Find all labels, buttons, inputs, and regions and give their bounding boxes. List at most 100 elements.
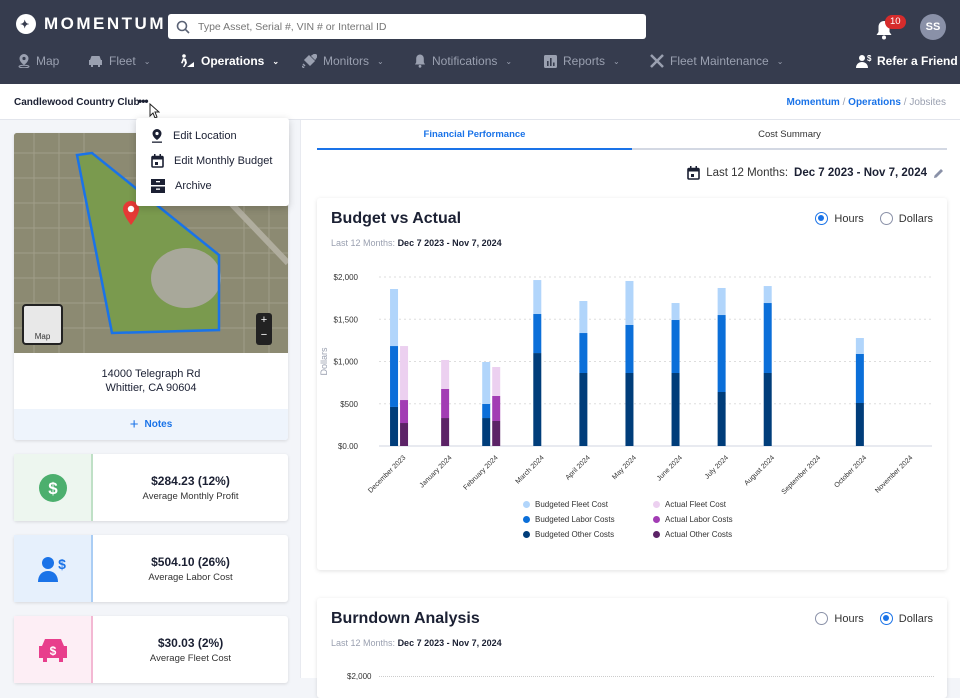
legend-item[interactable]: Budgeted Fleet Cost [523,500,653,509]
more-options-icon[interactable]: ••• [138,94,149,108]
nav-item-notifications[interactable]: Notifications ⌄ [414,54,512,68]
nav-item-operations[interactable]: Operations ⌄ [179,54,279,68]
bar-segment [671,303,680,321]
nav-item-reports[interactable]: Reports ⌄ [544,54,620,68]
subtitle-prefix: Last 12 Months: [331,638,396,648]
bar-segment [625,324,634,373]
menu-item-edit-location[interactable]: Edit Location [136,123,289,148]
search-bar[interactable] [168,14,646,39]
satellite-icon [302,54,317,68]
unit-toggle: Hours Dollars [815,612,933,625]
notification-count-badge: 10 [885,15,906,29]
bar-segment [390,288,399,347]
nav-label: Fleet Maintenance [670,54,769,68]
svg-text:$: $ [867,54,872,63]
radio-label: Dollars [898,212,933,225]
legend-swatch [523,516,530,523]
user-dollar-icon: $ [37,556,66,582]
bar-segment [441,418,450,446]
radio-dollars[interactable]: Dollars [879,612,933,625]
legend-item[interactable]: Actual Labor Costs [653,515,773,524]
tab-cost-summary[interactable]: Cost Summary [632,128,947,148]
archive-icon [151,178,165,193]
stat-value: $284.23 (12%) [151,473,230,488]
dollar-circle-icon: $ [38,473,67,502]
bar-chart-icon [544,54,557,68]
main-panel: Financial Performance Cost Summary Last … [300,120,960,698]
bell-icon [415,54,425,68]
bar-segment [855,353,864,403]
menu-item-archive[interactable]: Archive [136,173,289,198]
pencil-icon[interactable] [933,168,944,179]
budget-vs-actual-card: Budget vs Actual Last 12 Months: Dec 7 2… [317,198,947,570]
legend-swatch [653,516,660,523]
jobsite-title: Candlewood Country Club [14,97,140,108]
map-type-toggle[interactable]: Map [22,304,63,345]
left-panel: Map + − 14000 Telegraph Rd Whittier, CA … [14,133,288,683]
search-icon [176,20,190,34]
bar-segment [579,333,588,373]
breadcrumb-jobsites: Jobsites [909,97,946,108]
tab-financial-performance[interactable]: Financial Performance [317,128,632,150]
stat-label: Average Monthly Profit [142,490,239,502]
radio-hours[interactable]: Hours [815,612,864,625]
burndown-gridline [379,676,934,677]
app-logo[interactable]: ✦ MOMENTUM [16,14,166,34]
radio-dollars[interactable]: Dollars [879,212,933,225]
legend-item[interactable]: Actual Fleet Cost [653,500,773,509]
y-tick-label: $2,000 [334,273,359,282]
stat-card-labor-cost: $ $504.10 (26%) Average Labor Cost [14,535,288,602]
legend-swatch [523,531,530,538]
tab-bar: Financial Performance Cost Summary [317,128,947,150]
legend-item[interactable]: Actual Other Costs [653,530,773,539]
chevron-down-icon: ⌄ [377,56,384,66]
calendar-icon [151,153,164,168]
card-subtitle: Last 12 Months: Dec 7 2023 - Nov 7, 2024 [331,238,502,248]
bar-segment [625,280,634,325]
bar-segment [533,280,542,315]
radio-unselected-icon [815,612,829,625]
legend-item[interactable]: Budgeted Other Costs [523,530,653,539]
top-bar [0,0,960,84]
zoom-in-button[interactable]: + [256,313,272,328]
nav-item-fleet[interactable]: Fleet ⌄ [88,54,150,68]
bar-segment [441,388,450,419]
radio-hours[interactable]: Hours [815,212,864,225]
radio-unselected-icon [879,212,893,225]
bar-segment [855,338,864,354]
jobsite-options-menu: Edit Location Edit Monthly Budget Archiv… [136,118,289,206]
x-tick-label: November 2024 [874,454,914,494]
burndown-analysis-card: Burndown Analysis Last 12 Months: Dec 7 … [317,598,947,698]
nav-item-map[interactable]: Map [18,54,59,68]
chevron-down-icon: ⌄ [505,56,513,66]
bar-segment [441,359,450,389]
legend-item[interactable]: Budgeted Labor Costs [523,515,653,524]
tools-icon [650,54,664,68]
logo-icon: ✦ [16,14,36,34]
date-range-prefix: Last 12 Months: [706,167,789,179]
menu-item-edit-monthly-budget[interactable]: Edit Monthly Budget [136,148,289,173]
refer-a-friend-link[interactable]: $ Refer a Friend [856,54,958,68]
calendar-icon [687,166,700,180]
bar-segment [671,372,680,446]
breadcrumb: Momentum / Operations / Jobsites [786,97,946,108]
subtitle-value: Dec 7 2023 - Nov 7, 2024 [397,238,502,248]
user-avatar[interactable]: SS [920,14,946,40]
zoom-out-button[interactable]: − [256,328,272,343]
nav-item-fleet-maintenance[interactable]: Fleet Maintenance ⌄ [650,54,783,68]
bar-segment [671,320,680,373]
nav-item-monitors[interactable]: Monitors ⌄ [302,54,384,68]
nav-label: Fleet [109,54,136,68]
bar-segment [717,287,726,316]
chevron-down-icon: ⌄ [143,56,151,66]
stat-label: Average Fleet Cost [149,652,232,664]
radio-label: Dollars [898,612,933,625]
bar-segment [763,286,772,304]
add-notes-button[interactable]: + Notes [14,409,288,440]
breadcrumb-operations[interactable]: Operations [848,97,901,108]
search-input[interactable] [198,20,618,33]
breadcrumb-momentum[interactable]: Momentum [786,97,839,108]
date-range-selector[interactable]: Last 12 Months: Dec 7 2023 - Nov 7, 2024 [687,166,944,180]
radio-selected-icon [879,612,893,625]
card-title: Budget vs Actual [331,210,462,227]
